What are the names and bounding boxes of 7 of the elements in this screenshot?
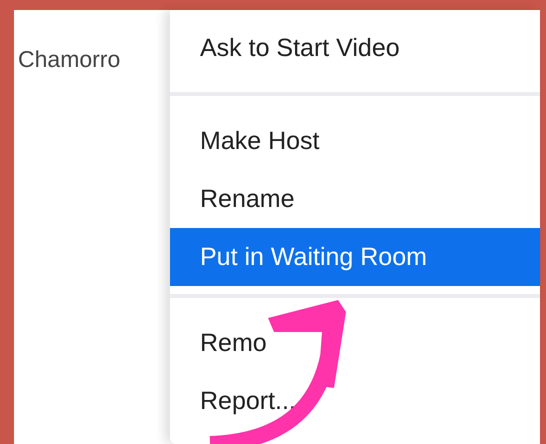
menu-item[interactable]: Put in Waiting Room xyxy=(170,228,540,286)
participant-name: Chamorro xyxy=(17,45,122,73)
menu-item[interactable]: Rename xyxy=(170,170,540,228)
menu-item[interactable]: Make Host xyxy=(170,112,540,170)
menu-item[interactable]: Remo xyxy=(170,314,540,372)
menu-item[interactable]: Ask to Start Video xyxy=(170,10,540,86)
menu-item[interactable]: Report... xyxy=(170,372,540,430)
